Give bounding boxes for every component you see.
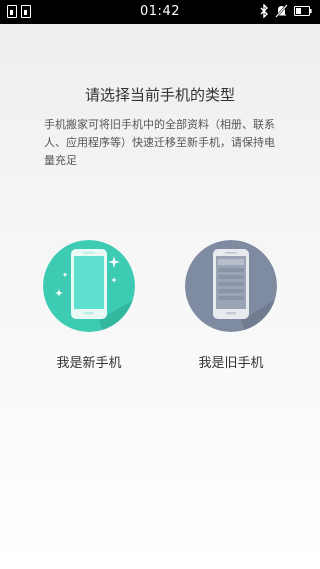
battery-icon xyxy=(294,6,312,16)
status-right-icons xyxy=(260,4,312,18)
old-phone-label[interactable]: 我是旧手机 xyxy=(165,352,297,371)
old-phone-option[interactable]: 我是旧手机 xyxy=(185,240,277,371)
transfer-type-screen: 请选择当前手机的类型 手机搬家可将旧手机中的全部资料（相册、联系人、应用程序等）… xyxy=(0,24,320,569)
new-phone-icon[interactable] xyxy=(43,240,135,332)
new-phone-label[interactable]: 我是新手机 xyxy=(23,352,155,371)
old-phone-icon[interactable] xyxy=(185,240,277,332)
status-bar: 01:42 xyxy=(0,0,320,24)
bluetooth-icon xyxy=(260,4,268,18)
page-title: 请选择当前手机的类型 xyxy=(84,86,235,104)
new-phone-option[interactable]: 我是新手机 xyxy=(43,240,135,371)
page-description: 手机搬家可将旧手机中的全部资料（相册、联系人、应用程序等）快速迁移至新手机，请保… xyxy=(44,118,275,167)
mute-icon xyxy=(275,4,288,18)
